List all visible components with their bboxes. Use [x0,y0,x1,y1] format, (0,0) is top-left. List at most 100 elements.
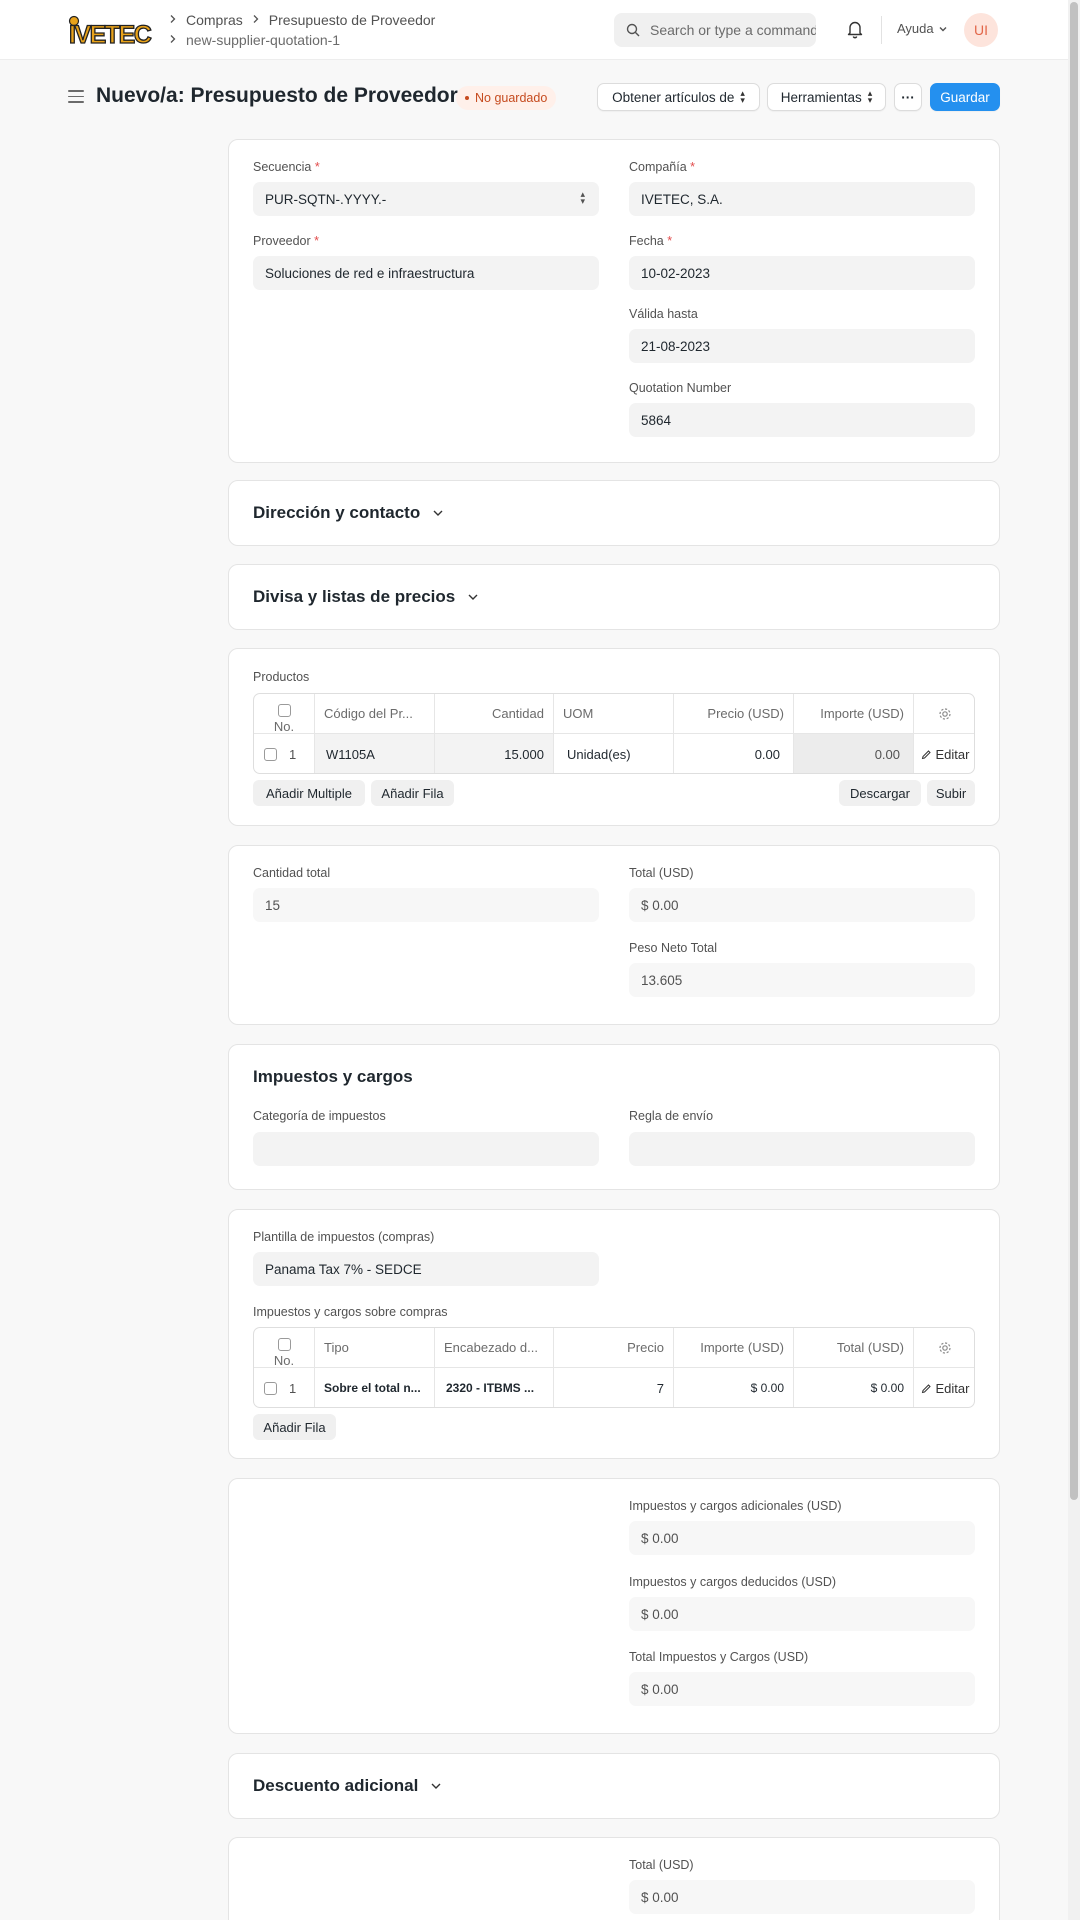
total-taxes-field: $ 0.00 [629,1672,975,1706]
details-card: Secuencia * PUR-SQTN-.YYYY.- ▴ ▾ Compañía… [228,139,1000,463]
cell-type[interactable]: Sobre el total n... [315,1368,435,1407]
table-header: No. Tipo Encabezado d... Precio Importe … [254,1328,974,1368]
header-rate: Precio [554,1328,674,1367]
company-logo[interactable]: IVETEC [68,15,156,50]
date-field[interactable]: 10-02-2023 [629,256,975,290]
row-no: 1 [254,734,315,773]
row-edit-button[interactable]: Editar [914,734,974,773]
add-row-button[interactable]: Añadir Fila [371,780,454,806]
cell-amount[interactable]: $ 0.00 [674,1368,794,1407]
header-amount: Importe (USD) [674,1328,794,1367]
row-checkbox[interactable] [264,747,277,761]
notifications-bell-icon[interactable] [846,19,864,42]
taxes-deducted-field: $ 0.00 [629,1597,975,1631]
svg-text:IVETEC: IVETEC [69,21,152,47]
section-title-currency: Divisa y listas de precios [253,587,479,607]
cell-rate[interactable]: 7 [554,1368,674,1407]
grand-total-field: $ 0.00 [629,1880,975,1914]
supplier-label: Proveedor * [253,234,320,248]
series-value: PUR-SQTN-.YYYY.- [265,191,387,207]
get-items-button[interactable]: Obtener artículos de ▴ ▾ [597,83,760,111]
pencil-icon [921,1383,931,1393]
scrollbar-thumb[interactable] [1070,2,1078,1500]
currency-price-list-section[interactable]: Divisa y listas de precios [228,564,1000,630]
total-qty-label: Cantidad total [253,866,331,880]
taxes-charges-card: Impuestos y cargos Categoría de impuesto… [228,1044,1000,1190]
tax-template-card: Plantilla de impuestos (compras) Panama … [228,1209,1000,1459]
tax-template-field[interactable]: Panama Tax 7% - SEDCE [253,1252,599,1286]
column-settings-icon[interactable] [914,1328,974,1367]
status-text: No guardado [475,91,548,105]
breadcrumb-doc-name[interactable]: new-supplier-quotation-1 [186,30,340,50]
series-label: Secuencia * [253,160,320,174]
header-total: Total (USD) [794,1328,914,1367]
select-all-checkbox[interactable] [277,1337,291,1351]
items-table: No. Código del Pr... Cantidad UOM Precio… [253,693,975,774]
valid-till-field[interactable]: 21-08-2023 [629,329,975,363]
breadcrumb-compras[interactable]: Compras [186,10,243,30]
table-row[interactable]: 1 W1105A 15.000 Unidad(es) 0.00 0.00 Edi… [254,734,974,773]
net-weight-field: 13.605 [629,963,975,997]
header-qty: Cantidad [435,694,554,733]
cell-item-code[interactable]: W1105A [315,734,435,773]
pencil-icon [921,749,931,759]
shipping-rule-field[interactable] [629,1132,975,1166]
header-uom: UOM [554,694,674,733]
download-button[interactable]: Descargar [839,780,921,806]
cell-amount: 0.00 [794,734,914,773]
search-placeholder: Search or type a command [650,22,816,38]
header-type: Tipo [315,1328,435,1367]
totals-card: Cantidad total 15 Total (USD) $ 0.00 Pes… [228,845,1000,1025]
search-input[interactable]: Search or type a command [614,13,816,47]
date-label: Fecha * [629,234,673,248]
breadcrumb: Compras Presupuesto de Proveedor new-sup… [168,10,435,50]
more-actions-button[interactable]: ··· [894,83,922,111]
header-no: No. [254,694,315,733]
add-multiple-button[interactable]: Añadir Multiple [253,780,365,806]
section-title-discount: Descuento adicional [253,1776,442,1796]
tax-category-field[interactable] [253,1132,599,1166]
additional-discount-section[interactable]: Descuento adicional [228,1753,1000,1819]
cell-account-head[interactable]: 2320 - ITBMS ... [435,1368,554,1407]
navbar: IVETEC Compras Presupuesto de Proveedor … [0,0,1068,60]
breadcrumb-supplier-quotation[interactable]: Presupuesto de Proveedor [269,10,436,30]
supplier-field[interactable]: Soluciones de red e infraestructura [253,256,599,290]
company-label: Compañía * [629,160,696,174]
breadcrumb-row: new-supplier-quotation-1 [168,30,435,50]
add-tax-row-button[interactable]: Añadir Fila [253,1414,336,1440]
chevron-right-icon [168,30,186,50]
address-contact-section[interactable]: Dirección y contacto [228,480,1000,546]
cell-rate[interactable]: 0.00 [674,734,794,773]
chevron-right-icon [251,10,269,30]
header-amount: Importe (USD) [794,694,914,733]
taxes-deducted-label: Impuestos y cargos deducidos (USD) [629,1575,837,1589]
help-dropdown[interactable]: Ayuda [897,21,948,36]
row-checkbox[interactable] [264,1381,277,1395]
sidebar-toggle-icon[interactable] [68,90,84,107]
search-icon [626,23,640,37]
chevron-right-icon [168,10,186,30]
cell-uom[interactable]: Unidad(es) [554,734,674,773]
table-row[interactable]: 1 Sobre el total n... 2320 - ITBMS ... 7… [254,1368,974,1407]
column-settings-icon[interactable] [914,694,974,733]
taxes-table: No. Tipo Encabezado d... Precio Importe … [253,1327,975,1408]
series-select[interactable]: PUR-SQTN-.YYYY.- ▴ ▾ [253,182,599,216]
total-label: Total (USD) [629,866,694,880]
select-all-checkbox[interactable] [277,703,291,717]
row-edit-button[interactable]: Editar [914,1368,974,1407]
total-taxes-label: Total Impuestos y Cargos (USD) [629,1650,809,1664]
grand-total-card: Total (USD) $ 0.00 [228,1837,1000,1920]
avatar[interactable]: UI [964,13,998,47]
tax-template-label: Plantilla de impuestos (compras) [253,1230,435,1244]
header-account-head: Encabezado d... [435,1328,554,1367]
company-field[interactable]: IVETEC, S.A. [629,182,975,216]
taxes-added-label: Impuestos y cargos adicionales (USD) [629,1499,842,1513]
select-arrows-icon: ▴ ▾ [580,189,585,206]
quotation-number-field[interactable]: 5864 [629,403,975,437]
save-button[interactable]: Guardar [930,83,1000,111]
cell-qty[interactable]: 15.000 [435,734,554,773]
tax-category-label: Categoría de impuestos [253,1109,386,1123]
upload-button[interactable]: Subir [927,780,975,806]
total-qty-field: 15 [253,888,599,922]
tools-button[interactable]: Herramientas ▴ ▾ [767,83,886,111]
